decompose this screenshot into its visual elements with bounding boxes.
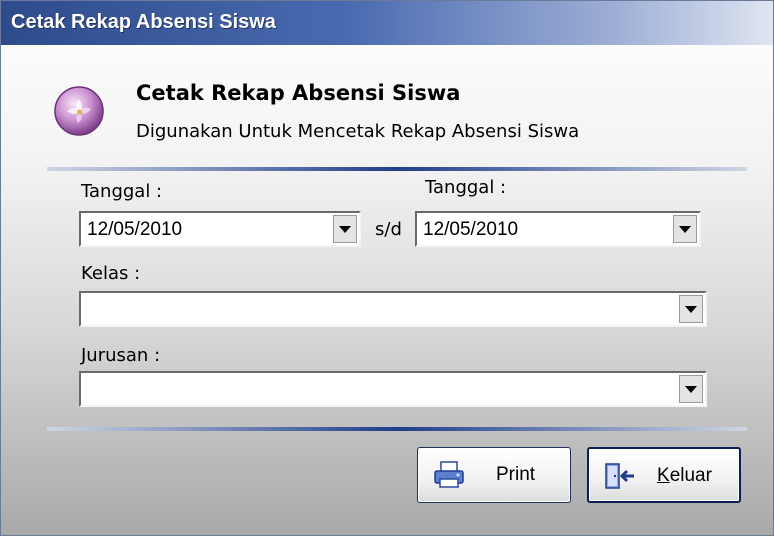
exit-door-icon [605, 463, 634, 489]
date-to-dropdown-button[interactable] [673, 215, 697, 243]
kelas-combo[interactable] [79, 291, 707, 327]
date-to-value: 12/05/2010 [423, 219, 519, 240]
keluar-button-label: Keluar [657, 465, 712, 486]
dialog-window: Cetak Rekap Absensi Siswa Cetak Rekap Ab… [0, 0, 774, 536]
flower-orb-icon [54, 86, 104, 136]
top-divider [47, 167, 747, 171]
date-from-value: 12/05/2010 [87, 219, 183, 240]
chevron-down-icon [679, 225, 691, 233]
date-from-label: Tanggal : [81, 181, 163, 202]
chevron-down-icon [685, 305, 697, 313]
jurusan-combo[interactable] [79, 371, 707, 407]
range-separator: s/d [375, 219, 402, 240]
jurusan-dropdown-button[interactable] [679, 375, 703, 403]
page-title: Cetak Rekap Absensi Siswa [136, 81, 461, 105]
date-from-combo[interactable]: 12/05/2010 [79, 211, 361, 247]
keluar-button[interactable]: Keluar [587, 447, 741, 503]
page-subtitle: Digunakan Untuk Mencetak Rekap Absensi S… [136, 121, 580, 142]
kelas-dropdown-button[interactable] [679, 295, 703, 323]
print-button-label: Print [496, 464, 536, 485]
date-to-combo[interactable]: 12/05/2010 [415, 211, 701, 247]
date-from-dropdown-button[interactable] [333, 215, 357, 243]
kelas-label: Kelas : [81, 263, 141, 284]
date-to-label: Tanggal : [425, 177, 507, 198]
print-button[interactable]: Print [417, 447, 571, 503]
chevron-down-icon [339, 225, 351, 233]
bottom-divider [47, 427, 747, 431]
window-title: Cetak Rekap Absensi Siswa [11, 11, 276, 33]
printer-icon [434, 461, 464, 488]
chevron-down-icon [685, 385, 697, 393]
jurusan-label: Jurusan : [81, 345, 161, 366]
title-bar[interactable]: Cetak Rekap Absensi Siswa [1, 1, 773, 45]
